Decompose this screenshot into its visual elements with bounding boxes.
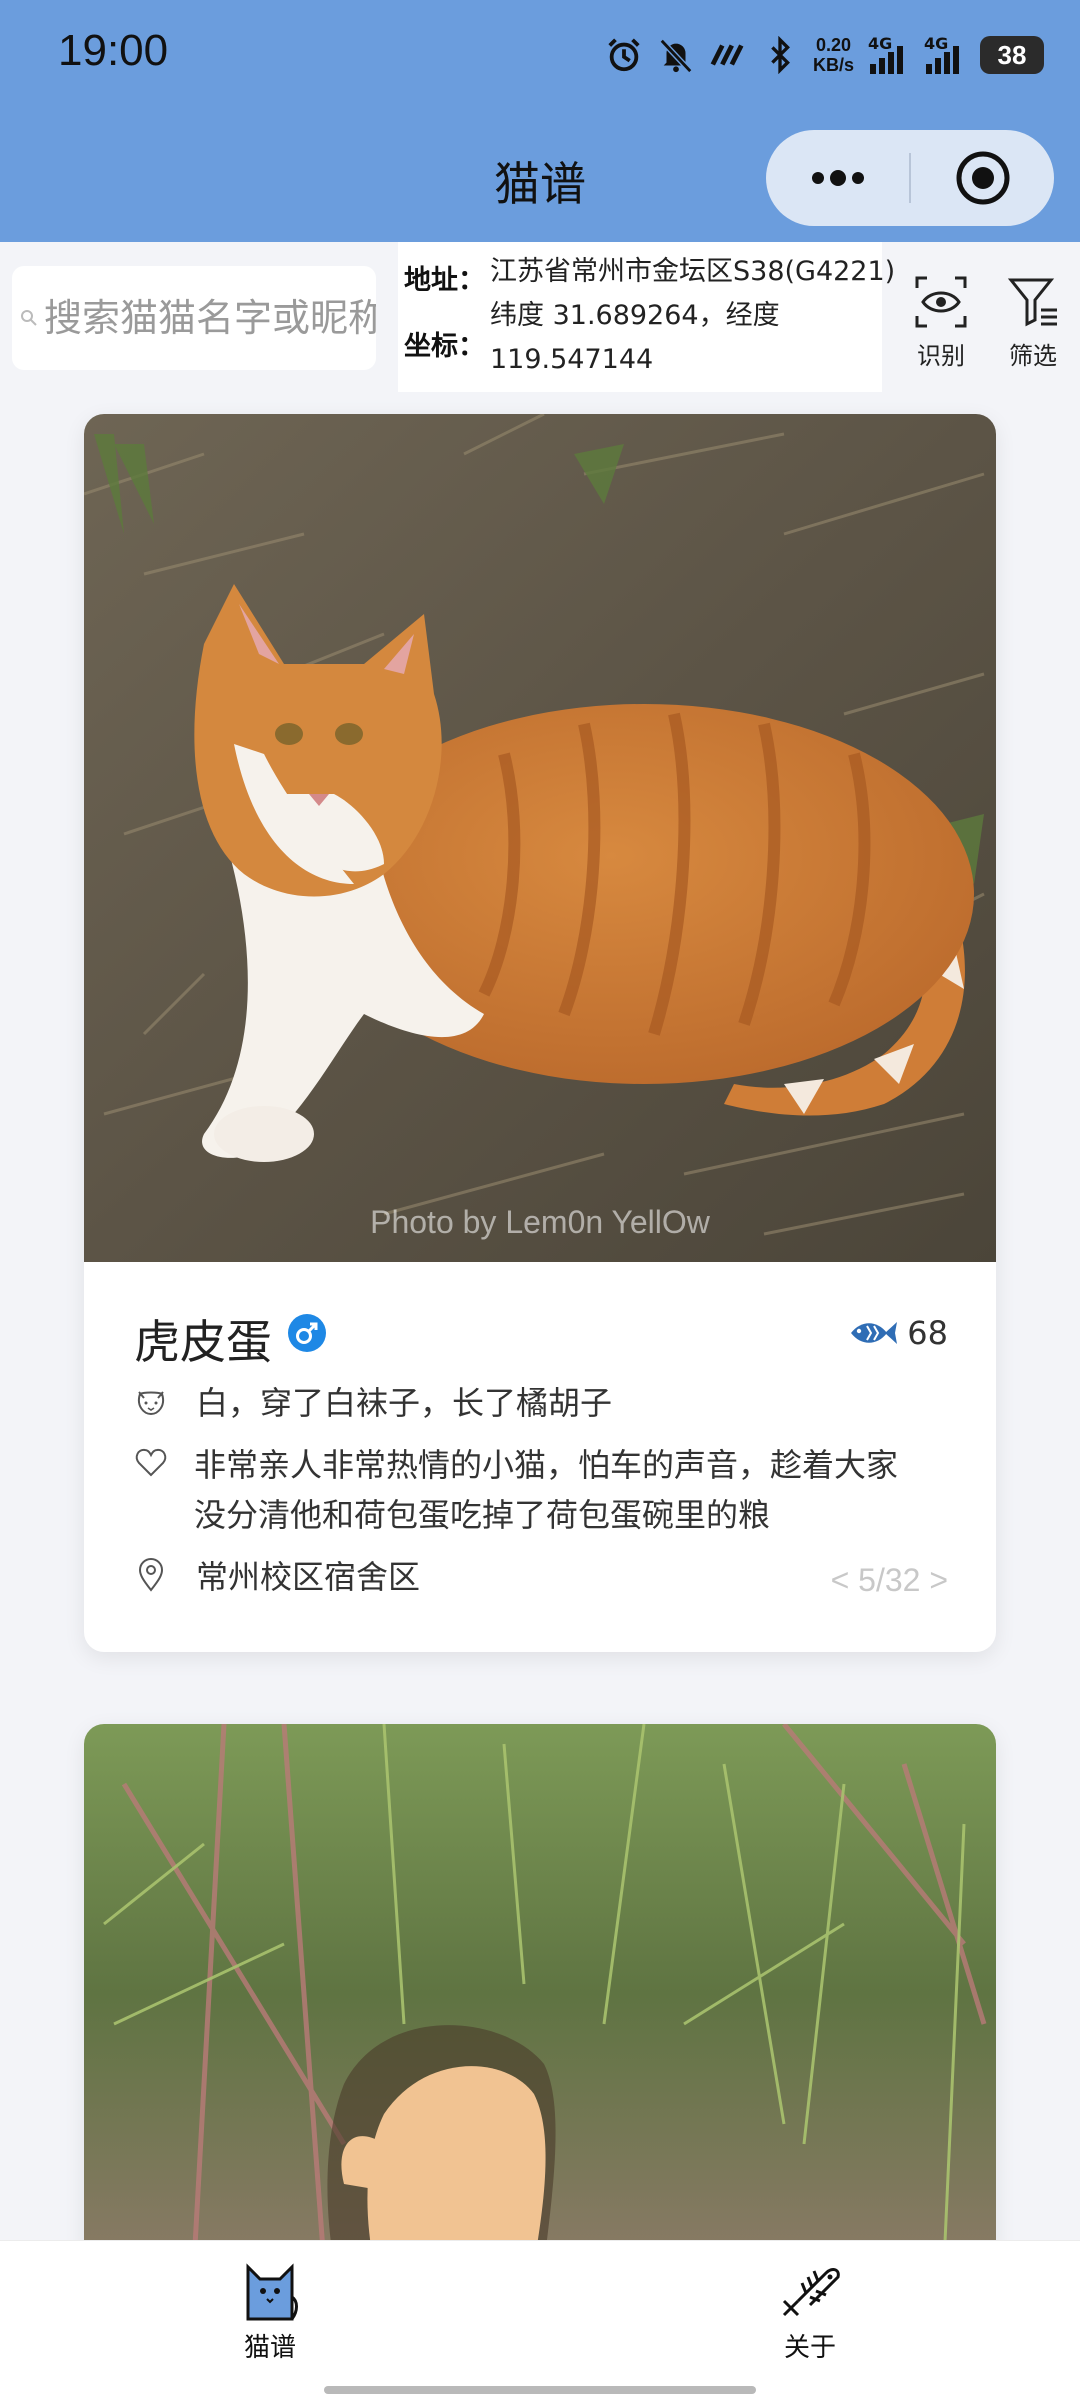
photo-pager[interactable]: < 5/32 > [831,1562,948,1599]
cat-tab-icon [246,2263,298,2321]
search-row: 地址： 江苏省常州市金坛区S38(G4221) 坐标： 纬度 31.689264… [0,242,1080,394]
network-speed-unit: KB/s [812,55,854,75]
location-pin-icon [138,1558,164,1592]
close-miniprogram-button[interactable] [911,130,1054,226]
status-bar: 19:00 0.20 KB/s 4G 4G 38 [0,0,1080,108]
tab-about-label: 关于 [783,2333,836,2363]
bottom-tab-bar: 猫谱 关于 [0,2240,1080,2400]
appearance-row: 白，穿了白袜子，长了橘胡子 [134,1378,954,1428]
personality-text: 非常亲人非常热情的小猫，怕车的声音，趁着大家 没分清他和荷包蛋吃掉了荷包蛋碗里的… [194,1440,898,1540]
mute-bell-icon [659,38,693,74]
location-text: 常州校区宿舍区 [196,1558,421,1596]
filter-label: 筛选 [1009,342,1057,370]
target-icon [956,151,1009,205]
more-dots-icon [811,170,864,186]
personality-line-2: 没分清他和荷包蛋吃掉了荷包蛋碗里的粮 [194,1496,771,1534]
status-time: 19:00 [58,26,169,75]
bluetooth-icon [771,36,790,74]
cat-name: 虎皮蛋 [134,1315,272,1369]
network-speed: 0.20 KB/s [813,35,854,75]
home-indicator[interactable] [324,2386,756,2394]
cat-card-2[interactable] [84,1724,996,2264]
signal-bars-icon [870,46,903,74]
alarm-icon [608,38,640,72]
network-speed-value: 0.20 [815,35,852,55]
personality-row: 非常亲人非常热情的小猫，怕车的声音，趁着大家 没分清他和荷包蛋吃掉了荷包蛋碗里的… [134,1440,954,1540]
battery-indicator: 38 [980,36,1044,74]
coordinate-line-1: 纬度 31.689264，经度 [490,300,780,331]
fish-icon [851,1322,898,1344]
like-count: 68 [907,1314,948,1352]
male-gender-badge [288,1314,326,1352]
tab-catalog[interactable]: 猫谱 [190,2261,350,2364]
recognize-button[interactable]: 识别 [896,274,986,371]
cat-photo-2[interactable] [84,1724,996,2264]
miniprogram-capsule [766,130,1054,226]
cat-in-grass-image [84,1724,996,2264]
search-box[interactable] [12,266,376,370]
app-header: 19:00 0.20 KB/s 4G 4G 38 猫谱 [0,0,1080,242]
cat-card[interactable]: Photo by Lem0n YellOw 虎皮蛋 68 白，穿了白袜子，长了橘… [84,414,996,1652]
recognize-label: 识别 [917,342,965,370]
sim1-signal: 4G [868,34,910,76]
fish-bone-icon [782,2268,840,2317]
cat-photo[interactable]: Photo by Lem0n YellOw [84,414,996,1262]
eye-scan-icon [915,276,967,328]
location-panel: 地址： 江苏省常州市金坛区S38(G4221) 坐标： 纬度 31.689264… [398,242,895,392]
signal-bars-icon [926,46,959,74]
search-icon [21,310,37,326]
search-input[interactable] [44,296,376,340]
filter-button[interactable]: 筛选 [988,274,1078,371]
like-counter[interactable]: 68 [847,1314,948,1352]
status-icons: 0.20 KB/s 4G 4G 38 [605,30,1044,80]
address-value: 江苏省常州市金坛区S38(G4221) [490,256,896,287]
heart-icon [135,1448,167,1477]
more-menu-button[interactable] [766,130,909,226]
cat-face-icon [138,1391,164,1416]
address-label: 地址： [404,265,485,296]
filter-icon [1007,278,1057,327]
coordinate-label: 坐标： [404,331,485,362]
tab-about[interactable]: 关于 [730,2261,890,2364]
orange-tabby-cat-image [84,414,996,1262]
coordinate-line-2: 119.547144 [490,344,654,375]
appearance-text: 白，穿了白袜子，长了橘胡子 [196,1384,613,1422]
photo-credit: Photo by Lem0n YellOw [370,1204,710,1240]
sim2-signal: 4G [924,34,966,76]
nfc-icon [710,44,744,66]
male-icon [296,1322,318,1344]
personality-line-1: 非常亲人非常热情的小猫，怕车的声音，趁着大家 [194,1446,899,1484]
tab-catalog-label: 猫谱 [243,2333,296,2363]
